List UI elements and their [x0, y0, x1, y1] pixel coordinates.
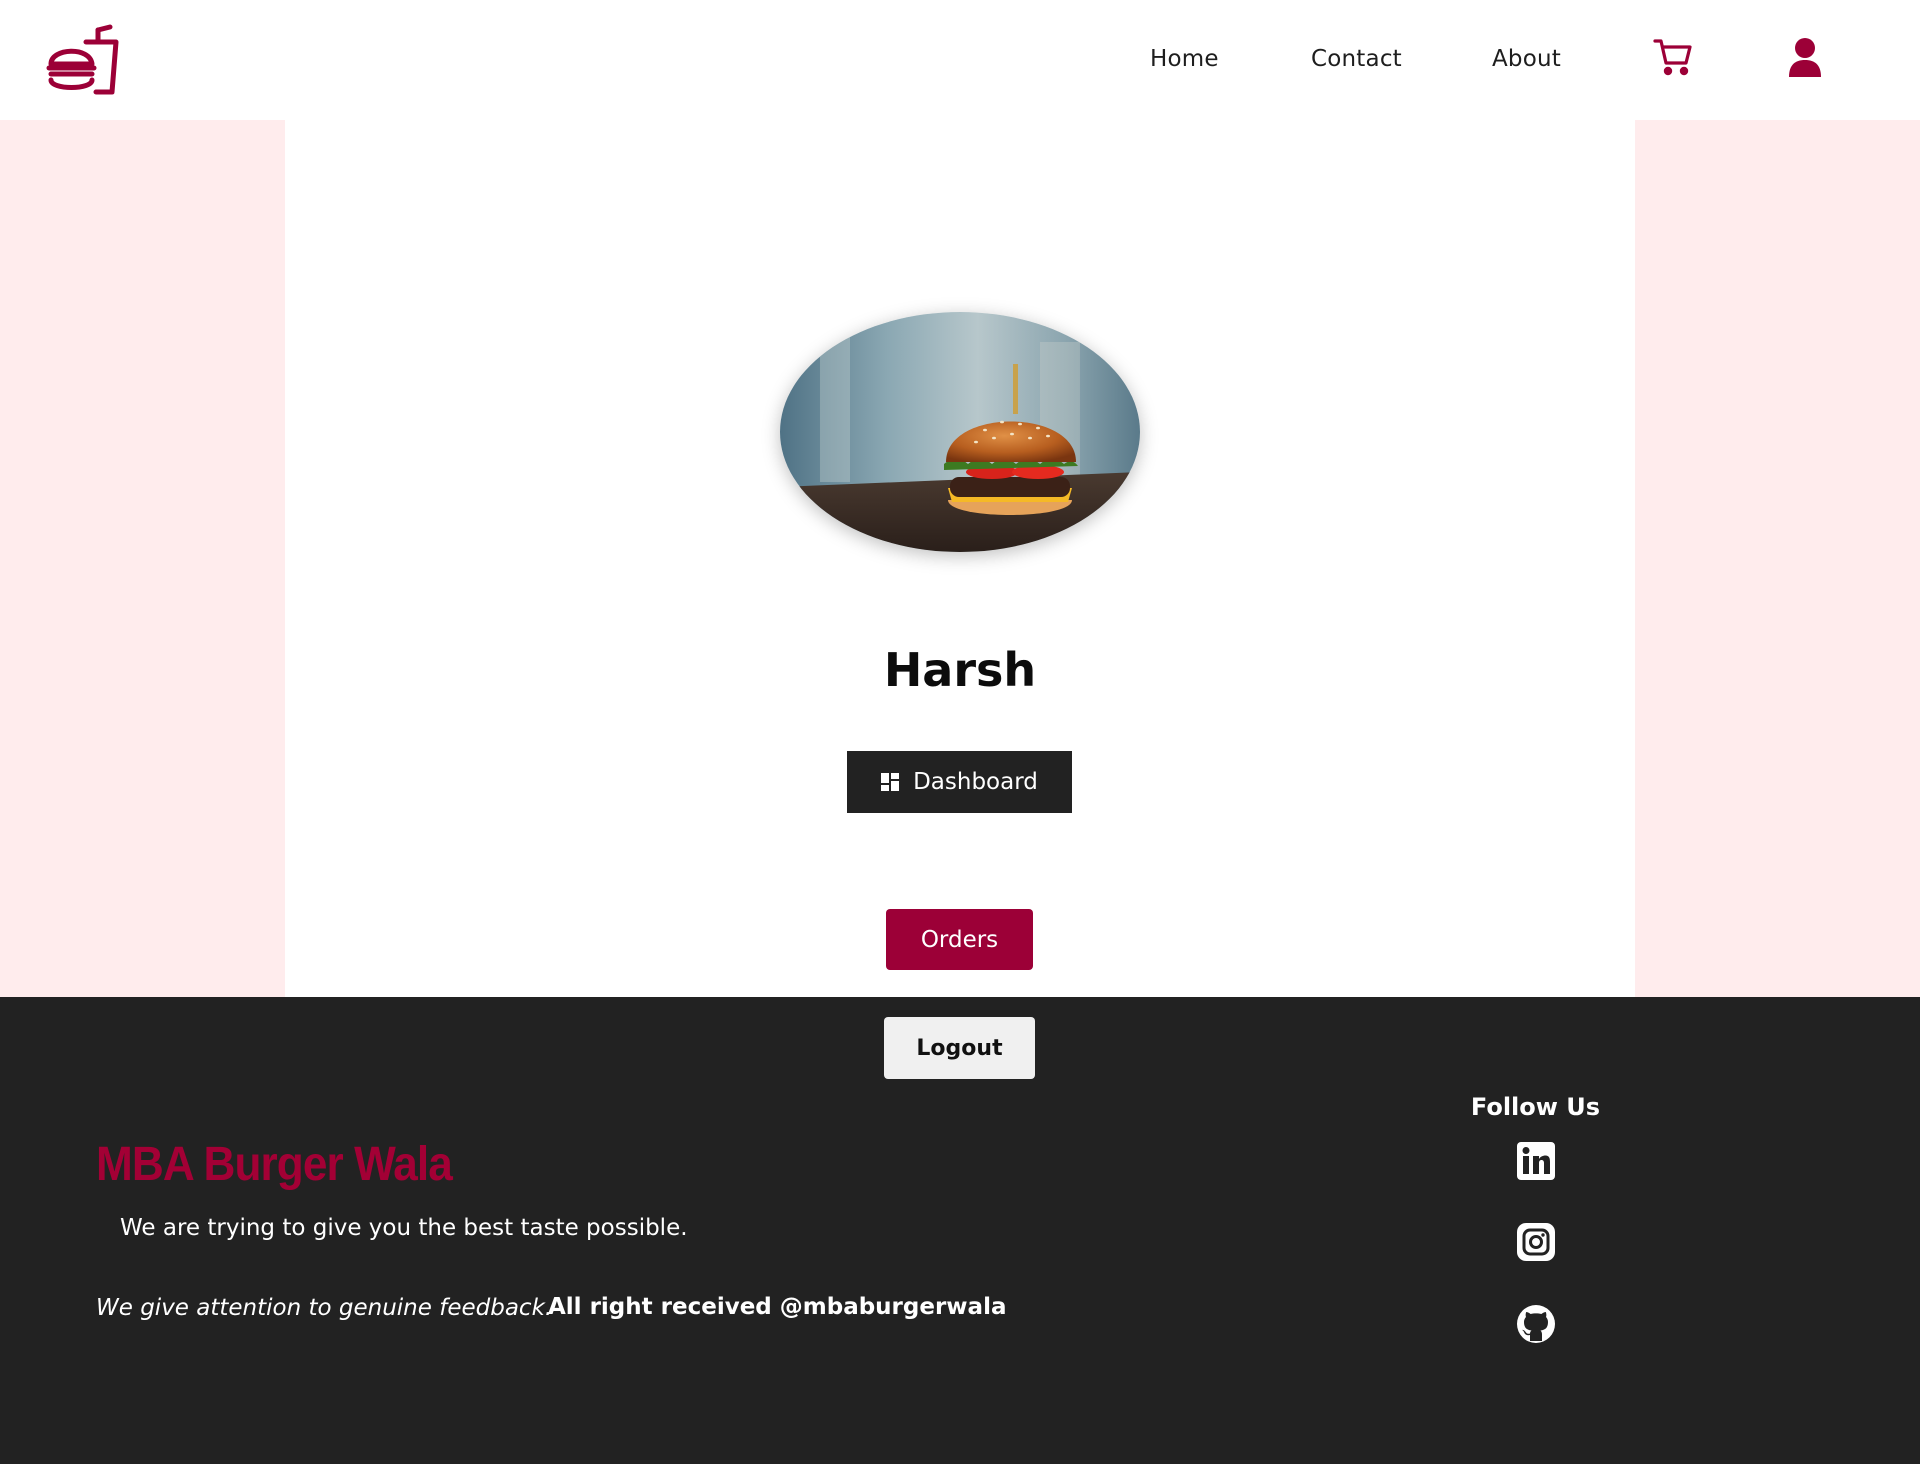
burger-photo	[780, 312, 1140, 552]
dashboard-button-label: Dashboard	[913, 769, 1038, 795]
follow-us-heading: Follow Us	[1470, 1093, 1601, 1121]
github-icon[interactable]	[1516, 1304, 1556, 1344]
footer-brand-name: MBA Burger Wala	[96, 1138, 453, 1191]
footer-feedback-text: We give attention to genuine feedback.	[96, 1295, 553, 1321]
footer-rights-text: All right received @mbaburgerwala	[548, 1294, 1007, 1320]
user-name: Harsh	[883, 643, 1037, 697]
burger-logo-icon[interactable]	[46, 24, 120, 96]
linkedin-icon[interactable]	[1516, 1141, 1556, 1181]
orders-button[interactable]: Orders	[886, 909, 1033, 970]
nav-contact-link[interactable]: Contact	[1311, 44, 1402, 74]
cart-icon[interactable]	[1653, 38, 1693, 76]
instagram-icon[interactable]	[1516, 1222, 1556, 1262]
dashboard-button[interactable]: Dashboard	[847, 751, 1072, 813]
nav-home-link[interactable]: Home	[1150, 44, 1219, 74]
profile-card: Harsh Dashboard Orders	[285, 120, 1635, 997]
dashboard-grid-icon	[881, 773, 900, 791]
logout-button[interactable]: Logout	[884, 1017, 1035, 1079]
nav-about-link[interactable]: About	[1492, 44, 1561, 74]
user-icon[interactable]	[1788, 37, 1822, 77]
profile-page-background: Harsh Dashboard Orders	[0, 120, 1920, 997]
site-header: Home Contact About	[0, 0, 1920, 120]
footer-tagline: We are trying to give you the best taste…	[120, 1215, 688, 1241]
site-footer: Logout MBA Burger Wala We are trying to …	[0, 997, 1920, 1464]
profile-avatar	[780, 312, 1140, 552]
